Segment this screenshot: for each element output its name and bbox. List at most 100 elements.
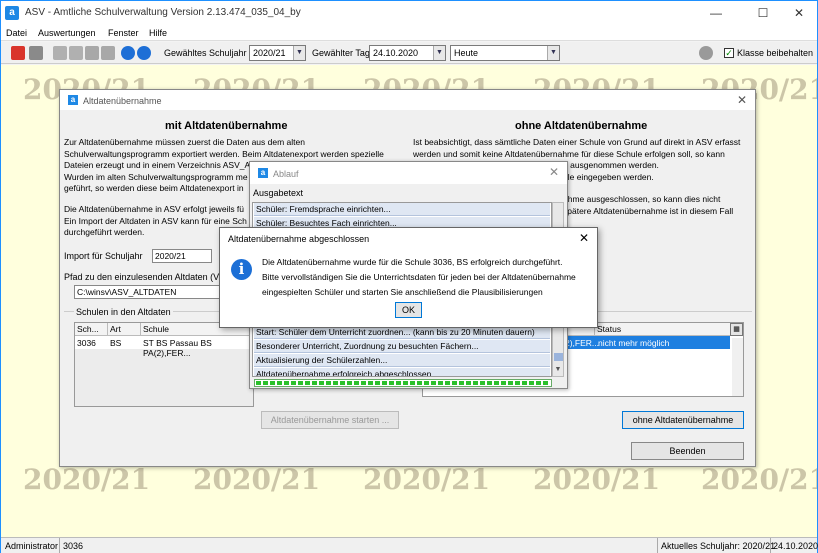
text-line: spätere Altdatenübernahme ist in diesem … bbox=[563, 205, 734, 216]
ablauf-close-button[interactable]: ✕ bbox=[549, 165, 559, 179]
table-row[interactable]: 3036 BS ST BS Passau BS PA(2),FER... bbox=[75, 336, 253, 358]
info-icon[interactable] bbox=[121, 46, 135, 60]
ausgabetext-header: Ausgabetext bbox=[253, 188, 304, 198]
minimize-button[interactable]: — bbox=[696, 3, 736, 23]
chevron-down-icon[interactable]: ▼ bbox=[547, 46, 559, 60]
lightning-icon[interactable] bbox=[85, 46, 99, 60]
message-text: Die Altdatenübernahme wurde für die Schu… bbox=[262, 255, 592, 300]
save-icon[interactable] bbox=[29, 46, 43, 60]
cell-schule-fragment: 2),FER... bbox=[565, 338, 600, 348]
schuljahr-select[interactable]: 2020/21 ▼ bbox=[249, 45, 306, 61]
message-line: Die Altdatenübernahme wurde für die Schu… bbox=[262, 257, 563, 267]
ohne-altdaten-button[interactable]: ohne Altdatenübernahme bbox=[622, 411, 744, 429]
menu-hilfe[interactable]: Hilfe bbox=[149, 28, 167, 38]
watermark: 2020/21 bbox=[23, 463, 151, 496]
dialog-close-button[interactable]: ✕ bbox=[737, 93, 747, 107]
progress-fill bbox=[256, 381, 550, 385]
right-heading: ohne Altdatenübernahme bbox=[515, 120, 648, 132]
ablauf-title: Ablauf bbox=[273, 169, 299, 179]
cell-art: BS bbox=[110, 338, 122, 348]
title-bar: a ASV - Amtliche Schulverwaltung Version… bbox=[1, 1, 817, 25]
status-schuljahr: Aktuelles Schuljahr: 2020/21 bbox=[661, 541, 776, 551]
copy-icon[interactable] bbox=[53, 46, 67, 60]
klasse-label: Klasse beibehalten bbox=[737, 48, 814, 58]
start-altdaten-button[interactable]: Altdatenübernahme starten ... bbox=[261, 411, 399, 429]
watermark: 2020/21 bbox=[193, 463, 321, 496]
tag-date-field[interactable]: 24.10.2020 ▼ bbox=[369, 45, 446, 61]
lightning-alt-icon[interactable] bbox=[101, 46, 115, 60]
beenden-button[interactable]: Beenden bbox=[631, 442, 744, 460]
cell-status: nicht mehr möglich bbox=[598, 338, 670, 348]
window-title: ASV - Amtliche Schulverwaltung Version 2… bbox=[25, 7, 301, 18]
klasse-checkbox[interactable]: ✓ bbox=[724, 48, 734, 58]
status-school: 3036 bbox=[63, 541, 84, 551]
book-icon[interactable] bbox=[11, 46, 25, 60]
dialog-title-bar: a Altdatenübernahme ✕ bbox=[60, 90, 755, 110]
user-icon[interactable] bbox=[699, 46, 713, 60]
watermark: 2020/21 bbox=[363, 463, 491, 496]
group-label: Schulen in den Altdaten bbox=[74, 307, 173, 317]
list-item: Altdatenübernahme erfolgreich abgeschlos… bbox=[254, 368, 550, 376]
col-header-status[interactable]: Status bbox=[595, 323, 730, 336]
text-line: ahme ausgeschlossen, so kann dies nicht bbox=[563, 194, 721, 204]
asv-app-icon: a bbox=[258, 168, 268, 178]
vertical-scrollbar[interactable] bbox=[732, 338, 743, 396]
help-icon[interactable] bbox=[137, 46, 151, 60]
menu-fenster[interactable]: Fenster bbox=[108, 28, 139, 38]
schuljahr-label: Gewähltes Schuljahr bbox=[164, 48, 247, 58]
scroll-thumb[interactable] bbox=[554, 353, 563, 361]
dialog-title: Altdatenübernahme bbox=[83, 96, 162, 106]
schulen-grid[interactable]: Sch... Art Schule 3036 BS ST BS Passau B… bbox=[74, 322, 254, 407]
maximize-button[interactable]: ☐ bbox=[743, 3, 783, 23]
col-header-art[interactable]: Art bbox=[108, 323, 141, 336]
right-paragraph-2: ahme ausgeschlossen, so kann dies nicht … bbox=[563, 194, 753, 217]
tag-value: 24.10.2020 bbox=[373, 48, 419, 58]
message-close-button[interactable]: ✕ bbox=[579, 231, 589, 245]
import-schuljahr-select[interactable]: 2020/21 bbox=[152, 249, 212, 263]
status-date: 24.10.2020 bbox=[773, 541, 818, 551]
schuljahr-value: 2020/21 bbox=[253, 48, 286, 58]
paste-icon[interactable] bbox=[69, 46, 83, 60]
progress-bar bbox=[254, 379, 552, 387]
message-title-bar: Altdatenübernahme abgeschlossen ✕ bbox=[220, 228, 597, 250]
asv-app-icon: a bbox=[68, 95, 78, 105]
list-item: Schüler: Fremdsprache einrichten... bbox=[254, 203, 550, 216]
text-line: Ist beabsichtigt, dass sämtliche Daten e… bbox=[413, 137, 741, 147]
menu-datei[interactable]: Datei bbox=[6, 28, 27, 38]
cell-schule: ST BS Passau BS PA(2),FER... bbox=[143, 338, 212, 358]
heute-select[interactable]: Heute ▼ bbox=[450, 45, 560, 61]
scroll-down-icon[interactable]: ▼ bbox=[553, 366, 563, 376]
import-value: 2020/21 bbox=[155, 251, 186, 261]
text-line: Zur Altdatenübernahme müssen zuerst die … bbox=[64, 137, 305, 147]
tag-label: Gewählter Tag bbox=[312, 48, 370, 58]
close-button[interactable]: ✕ bbox=[779, 3, 818, 23]
heute-value: Heute bbox=[454, 48, 479, 58]
toolbar: Gewähltes Schuljahr 2020/21 ▼ Gewählter … bbox=[1, 42, 817, 64]
col-header-schulnr[interactable]: Sch... bbox=[75, 323, 108, 336]
left-heading: mit Altdatenübernahme bbox=[165, 120, 288, 132]
column-chooser-icon[interactable]: ▦ bbox=[730, 323, 743, 336]
watermark: 2020/21 bbox=[533, 463, 661, 496]
chevron-down-icon[interactable]: ▼ bbox=[293, 46, 305, 60]
text-line: Schulverwaltungsprogramm exportiert werd… bbox=[64, 148, 384, 159]
list-item: Aktualisierung der Schülerzahlen... bbox=[254, 354, 550, 367]
menu-auswertungen[interactable]: Auswertungen bbox=[38, 28, 96, 38]
ok-button[interactable]: OK bbox=[395, 302, 422, 318]
ablauf-title-bar: a Ablauf ✕ bbox=[250, 162, 567, 184]
message-title: Altdatenübernahme abgeschlossen bbox=[228, 234, 370, 244]
message-line: Bitte vervollständigen Sie die Unterrich… bbox=[262, 272, 576, 282]
info-icon: i bbox=[231, 259, 252, 280]
calendar-dropdown-icon[interactable]: ▼ bbox=[433, 46, 445, 60]
asv-app-icon: a bbox=[5, 6, 19, 20]
cell-schulnr: 3036 bbox=[77, 338, 96, 348]
text-line: werden und somit keine Altdatenübernahme… bbox=[413, 148, 725, 159]
import-label: Import für Schuljahr bbox=[64, 251, 143, 261]
path-label: Pfad zu den einzulesenden Altdaten (Ve bbox=[64, 272, 224, 282]
watermark: 2020/21 bbox=[701, 463, 817, 496]
status-bar: Administrator 3036 Aktuelles Schuljahr: … bbox=[1, 537, 818, 553]
message-dialog: Altdatenübernahme abgeschlossen ✕ i Die … bbox=[219, 227, 598, 328]
message-line: eingespielten Schüler und starten Sie an… bbox=[262, 287, 543, 297]
menu-bar: Datei Auswertungen Fenster Hilfe bbox=[1, 25, 817, 41]
status-user: Administrator bbox=[5, 541, 59, 551]
list-item: Besonderer Unterricht, Zuordnung zu besu… bbox=[254, 340, 550, 353]
